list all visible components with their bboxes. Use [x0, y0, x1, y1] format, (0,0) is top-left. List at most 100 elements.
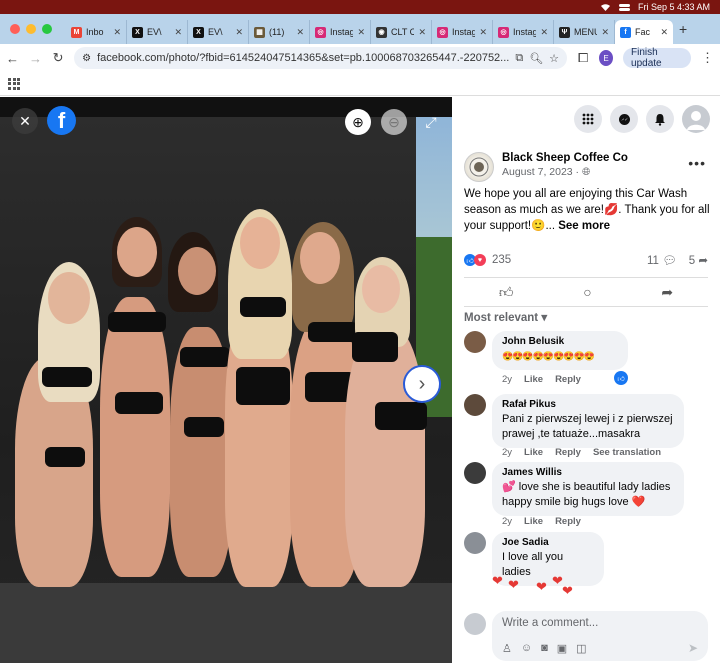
- commenter-name[interactable]: Rafał Pikus: [502, 399, 674, 410]
- tab-title: CLT CO: [391, 27, 414, 37]
- fullscreen-icon[interactable]: ⤢: [418, 109, 444, 135]
- like-button-icon[interactable]: 👍︎: [499, 284, 514, 301]
- zoom-in-icon[interactable]: ⊕: [345, 109, 371, 135]
- apps-grid-icon[interactable]: [8, 77, 20, 90]
- install-app-icon[interactable]: ⧉: [515, 52, 523, 65]
- comment-reply-button[interactable]: Reply: [555, 374, 581, 385]
- reload-icon[interactable]: ↻: [52, 50, 64, 66]
- browser-tab[interactable]: ◎ Instagr ✕: [310, 20, 371, 44]
- close-window-button[interactable]: [10, 24, 20, 34]
- camera-icon[interactable]: ◙: [541, 642, 548, 655]
- comment-bubble: Rafał Pikus Pani z pierwszej lewej i z p…: [492, 394, 684, 448]
- comment-button-icon[interactable]: ○: [583, 284, 591, 300]
- page-avatar[interactable]: [464, 152, 494, 182]
- profile-avatar[interactable]: E: [599, 50, 614, 66]
- commenter-name[interactable]: John Belusik: [502, 336, 618, 347]
- emoji-icon[interactable]: ☺: [521, 642, 532, 655]
- browser-tab[interactable]: ▦ (11) ✕: [249, 20, 310, 44]
- url-bar[interactable]: ⚙ facebook.com/photo/?fbid=6145240475143…: [74, 47, 568, 69]
- menu-grid-icon[interactable]: [574, 105, 602, 133]
- zoom-icon[interactable]: 🔍︎: [529, 52, 543, 65]
- close-tab-icon[interactable]: ✕: [113, 27, 121, 38]
- see-translation-link[interactable]: See translation: [593, 447, 661, 458]
- wifi-icon[interactable]: [600, 3, 611, 12]
- more-options-icon[interactable]: •••: [688, 155, 706, 171]
- commenter-avatar[interactable]: [464, 462, 486, 484]
- send-icon[interactable]: ➤: [688, 641, 698, 655]
- image-icon: ▦: [254, 26, 265, 38]
- finish-update-button[interactable]: Finish update: [623, 47, 692, 69]
- comment-like-button[interactable]: Like: [524, 516, 543, 527]
- close-tab-icon[interactable]: ✕: [540, 27, 548, 38]
- bookmark-star-icon[interactable]: ☆: [549, 52, 559, 65]
- gif-icon[interactable]: ▣: [557, 642, 567, 655]
- menubar-datetime[interactable]: Fri Sep 5 4:33 AM: [638, 2, 710, 12]
- commenter-name[interactable]: Joe Sadia: [502, 537, 594, 548]
- facebook-logo-icon[interactable]: f: [47, 106, 76, 135]
- avatar-sticker-icon[interactable]: ♙: [502, 642, 512, 655]
- cast-icon[interactable]: ⧠: [577, 50, 589, 66]
- comment-meta: 2y Like Reply: [502, 516, 581, 527]
- comment-like-badge-icon[interactable]: 👍︎: [614, 371, 628, 385]
- url-text[interactable]: facebook.com/photo/?fbid=614524047514365…: [97, 52, 509, 64]
- tab-title: EV\: [147, 27, 162, 37]
- messenger-icon[interactable]: [610, 105, 638, 133]
- share-count[interactable]: 5 ➦: [689, 253, 708, 267]
- comment-reply-button[interactable]: Reply: [555, 447, 581, 458]
- tab-title: (11): [269, 27, 285, 37]
- site-settings-icon[interactable]: ⚙: [82, 53, 91, 64]
- close-tab-icon[interactable]: ✕: [418, 27, 426, 38]
- reaction-count[interactable]: 235: [492, 254, 511, 266]
- zoom-window-button[interactable]: [42, 24, 52, 34]
- forward-arrow-icon[interactable]: →: [29, 51, 42, 66]
- commenter-avatar[interactable]: [464, 331, 486, 353]
- share-button-icon[interactable]: ➦: [661, 284, 673, 301]
- commenter-avatar[interactable]: [464, 394, 486, 416]
- browser-tab[interactable]: ◎ Instagr ✕: [493, 20, 554, 44]
- browser-tab[interactable]: X EV\ ✕: [188, 20, 249, 44]
- browser-tab[interactable]: ◎ Instagr ✕: [432, 20, 493, 44]
- browser-tab[interactable]: ◉ CLT CO ✕: [371, 20, 432, 44]
- browser-tab[interactable]: Ψ MENU ✕: [554, 20, 615, 44]
- minimize-window-button[interactable]: [26, 24, 36, 34]
- comment-time[interactable]: 2y: [502, 447, 512, 458]
- back-arrow-icon[interactable]: ←: [6, 51, 19, 66]
- comment-like-button[interactable]: Like: [524, 447, 543, 458]
- tab-title: MENU: [574, 27, 597, 37]
- sticker-icon[interactable]: ◫: [576, 642, 586, 655]
- close-tab-icon[interactable]: ✕: [479, 27, 487, 38]
- browser-menu-icon[interactable]: ⋮: [701, 50, 714, 66]
- post-action-bar: 👍︎ ○ ➦: [464, 277, 708, 307]
- comment-placeholder[interactable]: Write a comment...: [502, 617, 698, 629]
- see-more-link[interactable]: See more: [558, 220, 610, 232]
- comment-reply-button[interactable]: Reply: [555, 516, 581, 527]
- close-tab-icon[interactable]: ✕: [235, 27, 243, 38]
- comment-time[interactable]: 2y: [502, 374, 512, 385]
- next-photo-button[interactable]: ›: [403, 365, 441, 403]
- browser-tab[interactable]: f Fac ✕: [615, 20, 673, 44]
- post-date: August 7, 2023 · 🌐︎: [502, 166, 628, 179]
- comment-time[interactable]: 2y: [502, 516, 512, 527]
- browser-tab[interactable]: M Inbo ✕: [66, 20, 127, 44]
- control-center-icon[interactable]: [618, 3, 630, 12]
- new-tab-button[interactable]: +: [673, 21, 687, 37]
- close-photo-button[interactable]: ✕: [12, 108, 38, 134]
- commenter-avatar[interactable]: [464, 532, 486, 554]
- page-name[interactable]: Black Sheep Coffee Co: [502, 152, 628, 164]
- zoom-out-icon[interactable]: ⊖: [381, 109, 407, 135]
- top-nav-icons: [574, 105, 710, 133]
- post-date-text[interactable]: August 7, 2023 ·: [502, 166, 582, 178]
- close-tab-icon[interactable]: ✕: [660, 27, 668, 38]
- notifications-bell-icon[interactable]: [646, 105, 674, 133]
- close-tab-icon[interactable]: ✕: [601, 27, 609, 38]
- browser-tab[interactable]: X EV\ ✕: [127, 20, 188, 44]
- comment-count[interactable]: 11 💬︎: [647, 253, 677, 267]
- comment-sort-dropdown[interactable]: Most relevant ▾: [464, 310, 547, 324]
- account-avatar-icon[interactable]: [682, 105, 710, 133]
- close-tab-icon[interactable]: ✕: [357, 27, 365, 38]
- close-tab-icon[interactable]: ✕: [174, 27, 182, 38]
- comment-input[interactable]: Write a comment... ♙ ☺ ◙ ▣ ◫ ➤: [492, 611, 708, 661]
- commenter-name[interactable]: James Willis: [502, 467, 674, 478]
- comment-like-button[interactable]: Like: [524, 374, 543, 385]
- close-tab-icon[interactable]: ✕: [296, 27, 304, 38]
